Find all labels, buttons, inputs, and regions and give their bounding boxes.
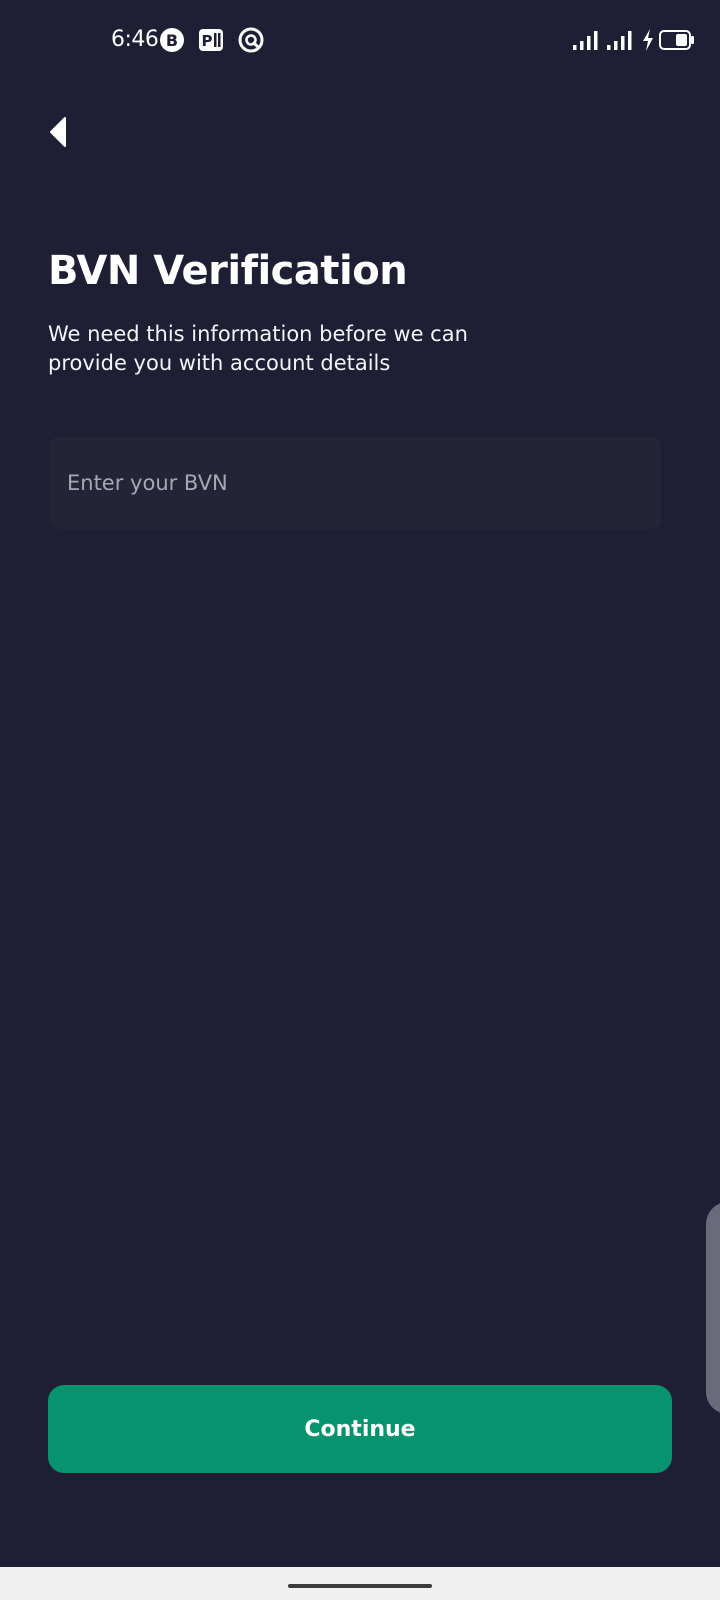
back-button[interactable] — [36, 112, 80, 156]
back-arrow-icon — [47, 117, 69, 151]
bvn-field — [49, 437, 661, 529]
charging-bolt-icon — [642, 29, 654, 51]
battery-icon — [659, 29, 695, 51]
status-bar: 6:46 B P — [0, 0, 720, 80]
svg-text:B: B — [166, 31, 178, 50]
svg-text:P: P — [202, 32, 213, 50]
signal-2-icon — [607, 30, 633, 50]
signal-1-icon — [573, 30, 599, 50]
bvn-input[interactable] — [49, 437, 661, 529]
p-app-icon: P — [198, 27, 224, 53]
edge-panel-handle[interactable] — [706, 1202, 720, 1414]
home-indicator[interactable] — [288, 1584, 432, 1588]
status-time: 6:46 — [111, 27, 159, 52]
q-circle-app-icon — [238, 27, 264, 53]
navigation-bar — [0, 1567, 720, 1600]
b-circle-app-icon: B — [159, 27, 185, 53]
page-title: BVN Verification — [48, 248, 408, 294]
page-subtitle: We need this information before we can p… — [48, 322, 468, 375]
continue-button[interactable]: Continue — [48, 1385, 672, 1473]
